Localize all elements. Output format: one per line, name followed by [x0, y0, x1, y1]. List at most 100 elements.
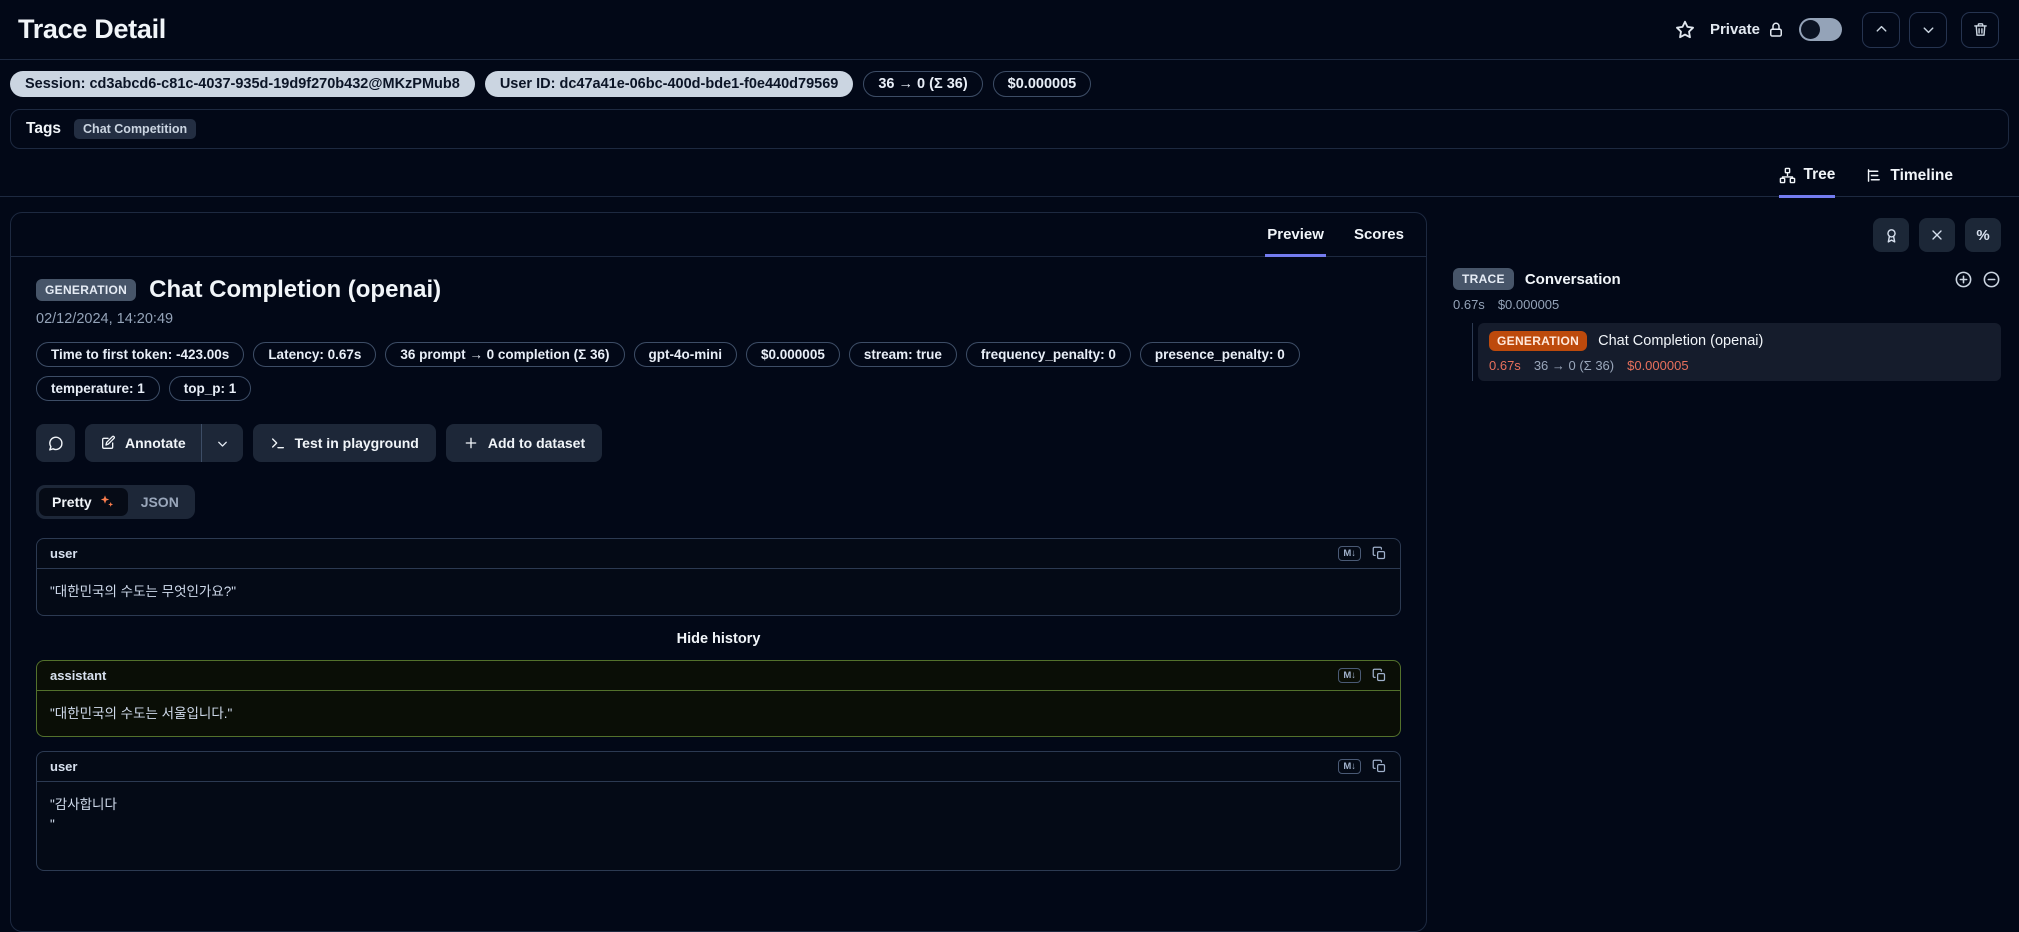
- message-role: user: [50, 759, 78, 775]
- tab-scores[interactable]: Scores: [1352, 213, 1406, 256]
- comments-button[interactable]: [36, 424, 75, 462]
- test-in-playground-button[interactable]: Test in playground: [252, 424, 436, 462]
- chevron-up-icon: [1876, 25, 1886, 32]
- message-header: assistant M↓: [37, 661, 1400, 691]
- metric-pill: 36 prompt → 0 completion (Σ 36): [385, 342, 625, 367]
- hide-history-button[interactable]: Hide history: [36, 616, 1401, 660]
- metric-pill: frequency_penalty: 0: [965, 342, 1131, 367]
- timeline-icon: [1868, 169, 1881, 182]
- view-tabs: Tree Timeline: [0, 154, 2019, 198]
- chevron-down-icon: [1923, 27, 1933, 34]
- lock-icon: [1767, 21, 1785, 39]
- expand-all-icon[interactable]: [1954, 270, 1973, 289]
- comment-icon: [49, 435, 63, 451]
- trace-root-row[interactable]: TRACE Conversation: [1453, 268, 2001, 290]
- message-box-user-2: user M↓ "감사합니다 ": [36, 751, 1401, 872]
- header-actions: Private: [1674, 11, 1999, 48]
- tree-children: GENERATION Chat Completion (openai) 0.67…: [1472, 323, 2001, 381]
- generation-node-title: Chat Completion (openai): [1598, 333, 1764, 349]
- annotate-button[interactable]: Annotate: [85, 424, 201, 462]
- tree-icon: [1779, 167, 1795, 183]
- metric-pill: temperature: 1: [36, 376, 160, 401]
- trace-type-badge: TRACE: [1453, 268, 1514, 290]
- percent-icon: %: [1976, 226, 1990, 244]
- copy-icon[interactable]: [1372, 546, 1387, 561]
- tags-label: Tags: [26, 120, 62, 137]
- message-header: user M↓: [37, 539, 1400, 569]
- next-trace-button[interactable]: [1909, 11, 1947, 48]
- panel-tabs: Preview Scores: [11, 213, 1426, 257]
- panel-body: GENERATION Chat Completion (openai) 02/1…: [11, 257, 1426, 890]
- tab-timeline[interactable]: Timeline: [1865, 166, 1953, 196]
- message-box-assistant: assistant M↓ "대한민국의 수도는 서울입니다.": [36, 659, 1401, 738]
- content-area: Preview Scores GENERATION Chat Completio…: [0, 197, 2019, 932]
- public-toggle[interactable]: [1799, 18, 1842, 41]
- top-header: Trace Detail Private: [0, 0, 2019, 60]
- privacy-label: Private: [1709, 21, 1760, 38]
- playground-label: Test in playground: [294, 435, 419, 451]
- markdown-toggle-icon[interactable]: M↓: [1338, 546, 1361, 561]
- generation-title: Chat Completion (openai): [149, 276, 442, 303]
- generation-node[interactable]: GENERATION Chat Completion (openai) 0.67…: [1478, 323, 2001, 381]
- json-view-toggle[interactable]: JSON: [128, 488, 192, 516]
- delete-trace-button[interactable]: [1961, 11, 1999, 48]
- sparkles-icon: [100, 495, 113, 507]
- message-content: "대한민국의 수도는 서울입니다.": [50, 705, 233, 721]
- nav-buttons: [1862, 11, 1999, 48]
- message-role: user: [50, 546, 78, 561]
- generation-node-metrics: 0.67s 36 → 0 (Σ 36) $0.000005: [1489, 358, 1990, 373]
- tab-preview[interactable]: Preview: [1265, 213, 1326, 257]
- tree-controls: %: [1453, 218, 2001, 252]
- tag-chat-competition[interactable]: Chat Competition: [74, 119, 197, 139]
- previous-trace-button[interactable]: [1862, 11, 1900, 48]
- copy-icon[interactable]: [1372, 668, 1387, 683]
- edit-icon: [102, 435, 115, 449]
- toggle-metrics-button[interactable]: %: [1965, 218, 2001, 252]
- tree-expand-controls: [1954, 270, 2001, 289]
- pretty-label: Pretty: [52, 494, 92, 510]
- annotate-split-button: Annotate: [85, 424, 243, 462]
- metric-pill: stream: true: [848, 342, 957, 367]
- identifier-badges-row: Session: cd3abcd6-c81c-4037-935d-19d9f27…: [0, 60, 2019, 107]
- actions-row: Annotate Test in playground Add to datas…: [36, 424, 1401, 462]
- generation-node-header: GENERATION Chat Completion (openai): [1489, 331, 1990, 351]
- collapse-node-icon[interactable]: [1982, 270, 2001, 289]
- star-icon[interactable]: [1674, 19, 1696, 41]
- markdown-toggle-icon[interactable]: M↓: [1338, 667, 1361, 683]
- add-to-dataset-button[interactable]: Add to dataset: [445, 424, 603, 462]
- tab-tree-label: Tree: [1803, 166, 1836, 183]
- metric-pill: Latency: 0.67s: [253, 342, 377, 367]
- session-badge[interactable]: Session: cd3abcd6-c81c-4037-935d-19d9f27…: [10, 71, 475, 97]
- trace-latency: 0.67s: [1453, 297, 1485, 312]
- collapse-all-button[interactable]: [1919, 218, 1955, 252]
- tab-tree[interactable]: Tree: [1778, 166, 1836, 198]
- metric-pill: Time to first token: -423.00s: [36, 342, 245, 367]
- total-cost-badge: $0.000005: [992, 71, 1092, 97]
- annotate-dropdown-button[interactable]: [202, 424, 243, 462]
- generation-title-row: GENERATION Chat Completion (openai): [36, 276, 1401, 304]
- node-tokens: 36 → 0 (Σ 36): [1533, 358, 1615, 373]
- trash-icon: [1973, 23, 1987, 36]
- format-toggle: Pretty JSON: [36, 485, 195, 519]
- user-id-badge[interactable]: User ID: dc47a41e-06bc-400d-bde1-f0e440d…: [484, 71, 854, 97]
- generation-metric-badges: Time to first token: -423.00s Latency: 0…: [36, 342, 1366, 401]
- terminal-icon: [271, 438, 284, 449]
- collapse-icon: [1932, 230, 1942, 240]
- message-header-icons: M↓: [1338, 546, 1387, 561]
- annotate-label: Annotate: [125, 435, 186, 451]
- markdown-toggle-icon[interactable]: M↓: [1338, 759, 1361, 775]
- annotate-scores-button[interactable]: [1873, 218, 1909, 252]
- generation-node-badge: GENERATION: [1489, 331, 1588, 351]
- plus-icon: [465, 437, 477, 449]
- message-header-icons: M↓: [1338, 667, 1387, 683]
- tab-timeline-label: Timeline: [1890, 166, 1953, 184]
- copy-icon[interactable]: [1372, 759, 1387, 774]
- observation-panel: Preview Scores GENERATION Chat Completio…: [10, 212, 1427, 932]
- message-content: "감사합니다 ": [50, 797, 117, 832]
- chevron-down-icon: [217, 441, 227, 447]
- message-box-user-1: user M↓ "대한민국의 수도는 무엇인가요?": [36, 538, 1401, 616]
- metric-pill: presence_penalty: 0: [1139, 342, 1300, 367]
- privacy-control: Private: [1710, 21, 1785, 39]
- dataset-label: Add to dataset: [487, 435, 586, 451]
- pretty-view-toggle[interactable]: Pretty: [39, 488, 128, 516]
